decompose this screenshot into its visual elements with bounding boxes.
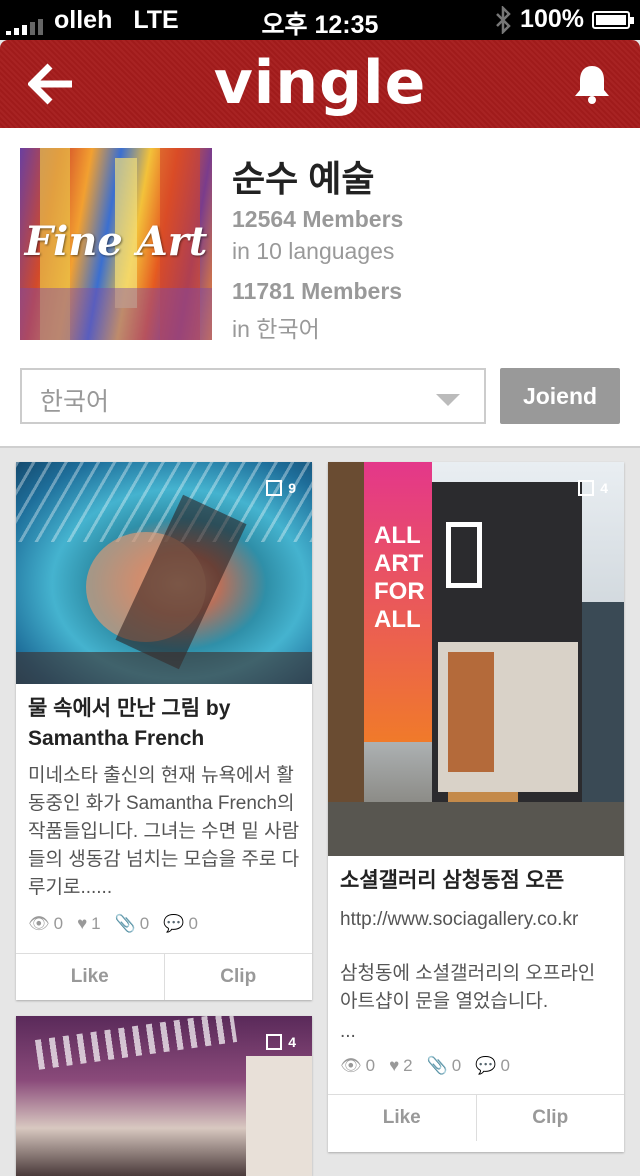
language-select-value: 한국어 bbox=[40, 388, 110, 416]
battery-icon bbox=[592, 10, 634, 29]
community-title: 순수 예술 bbox=[232, 158, 375, 199]
gallery-icon bbox=[266, 1034, 283, 1050]
card-link[interactable]: http://www.sociagallery.co.kr bbox=[340, 906, 612, 934]
join-button[interactable]: Joiend bbox=[500, 368, 620, 424]
clip-button[interactable]: Clip bbox=[163, 954, 313, 1000]
gallery-icon bbox=[266, 480, 283, 496]
bluetooth-icon bbox=[496, 5, 511, 34]
languages-count: in 10 languages bbox=[232, 238, 395, 264]
cover-text: Fine Art bbox=[24, 218, 208, 265]
card-1[interactable]: 9 물 속에서 만난 그림 by Samantha French 미네소타 출신… bbox=[16, 462, 312, 1000]
clip-button[interactable]: Clip bbox=[475, 1095, 625, 1141]
likes-count: 1 bbox=[91, 914, 101, 933]
members-local: 11781 Members bbox=[232, 278, 403, 304]
comment-icon: 💬 bbox=[163, 914, 185, 933]
card-description-ellipsis: ... bbox=[340, 1021, 356, 1042]
clips-count: 0 bbox=[139, 914, 150, 933]
card-title[interactable]: 소셜갤러리 삼청동점 오픈 bbox=[340, 866, 612, 896]
card-stats: 👁 0 ♥ 2 📎 0 💬 0 bbox=[340, 1056, 510, 1076]
banner-text: ALL ART FOR ALL bbox=[374, 522, 425, 633]
top-nav-bar: vingle bbox=[0, 40, 640, 128]
card-stats: 👁 0 ♥ 1 📎 0 💬 0 bbox=[28, 914, 198, 934]
community-header: Fine Art 순수 예술 12564 Members in 10 langu… bbox=[0, 128, 640, 448]
photo-count: 4 bbox=[266, 1034, 296, 1050]
comments-count: 0 bbox=[500, 1056, 510, 1075]
bell-icon[interactable] bbox=[572, 62, 612, 106]
vingle-logo: vingle bbox=[213, 48, 427, 118]
photo-count: 4 bbox=[578, 480, 608, 496]
likes-count: 2 bbox=[403, 1056, 413, 1075]
status-bar: olleh LTE 오후 12:35 100% bbox=[0, 0, 640, 40]
views-count: 0 bbox=[365, 1056, 376, 1075]
language-select[interactable]: 한국어 bbox=[20, 368, 486, 424]
gallery-icon bbox=[578, 480, 595, 496]
card-image[interactable]: 9 bbox=[16, 462, 312, 684]
members-total: 12564 Members bbox=[232, 206, 404, 232]
card-actions: Like Clip bbox=[328, 1094, 624, 1141]
comment-icon: 💬 bbox=[475, 1056, 497, 1075]
battery-percent: 100% bbox=[520, 5, 584, 33]
heart-icon: ♥ bbox=[77, 914, 88, 933]
clips-count: 0 bbox=[451, 1056, 462, 1075]
card-2[interactable]: ALL ART FOR ALL 4 소셜갤러리 삼청동점 오픈 http://w… bbox=[328, 462, 624, 1152]
chevron-down-icon bbox=[436, 394, 460, 406]
like-button[interactable]: Like bbox=[16, 954, 164, 1000]
community-cover-image: Fine Art bbox=[20, 148, 212, 340]
eye-icon: 👁 bbox=[28, 914, 50, 933]
eye-icon: 👁 bbox=[340, 1056, 362, 1075]
card-description: 삼청동에 소셜갤러리의 오프라인 아트샵이 문을 열었습니다. bbox=[340, 963, 596, 1012]
views-count: 0 bbox=[53, 914, 64, 933]
heart-icon: ♥ bbox=[389, 1056, 400, 1075]
photo-count: 9 bbox=[266, 480, 296, 496]
card-image[interactable]: 4 bbox=[16, 1016, 312, 1176]
card-image[interactable]: ALL ART FOR ALL 4 bbox=[328, 462, 624, 856]
comments-count: 0 bbox=[188, 914, 198, 933]
card-3[interactable]: 4 bbox=[16, 1016, 312, 1176]
clip-icon: 📎 bbox=[426, 1056, 448, 1075]
status-right: 100% bbox=[494, 5, 634, 34]
language-local: in 한국어 bbox=[232, 316, 320, 342]
clip-icon: 📎 bbox=[114, 914, 136, 933]
like-button[interactable]: Like bbox=[328, 1095, 476, 1141]
card-actions: Like Clip bbox=[16, 953, 312, 1000]
card-description: 미네소타 출신의 현재 뉴욕에서 활동중인 화가 Samantha French… bbox=[28, 765, 300, 898]
card-title[interactable]: 물 속에서 만난 그림 by Samantha French bbox=[28, 694, 300, 754]
